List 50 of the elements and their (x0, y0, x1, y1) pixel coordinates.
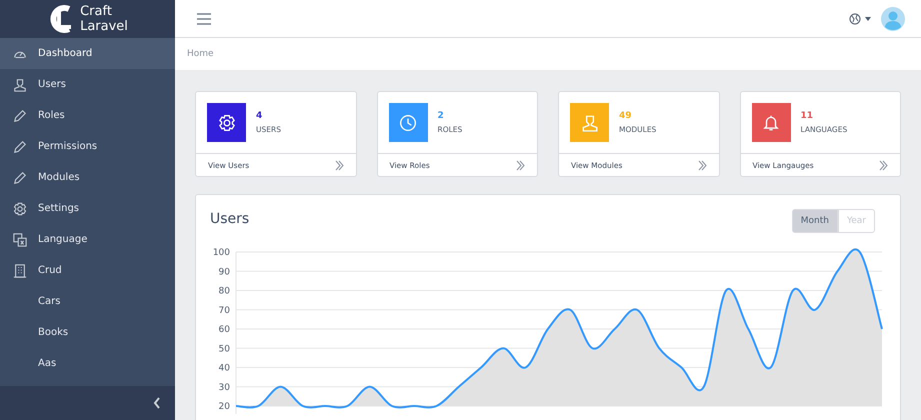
language-icon (13, 232, 27, 246)
sidebar-item[interactable]: Language (0, 224, 175, 255)
axis-tick-label: 50 (218, 344, 230, 354)
building-icon (13, 264, 27, 278)
axis-tick-label: 30 (218, 382, 230, 393)
sidebar-item[interactable]: Books (0, 317, 175, 348)
chart-title: Users (210, 211, 250, 227)
stat-count: 2 (438, 111, 445, 121)
chevron-right-icon[interactable] (698, 160, 706, 170)
axis-tick-label: 70 (218, 306, 230, 316)
pencil-icon (13, 170, 27, 184)
chevron-right-icon[interactable] (879, 160, 888, 170)
chevron-left-icon (153, 397, 161, 409)
axis-tick-label: 60 (218, 325, 230, 335)
axis-tick-label: 40 (218, 364, 230, 374)
sidebar-item[interactable]: Cars (0, 286, 175, 317)
pencil-icon (13, 108, 27, 122)
avatar[interactable] (881, 6, 905, 30)
stat-count: 4 (256, 111, 264, 121)
caret-icon[interactable] (865, 16, 871, 20)
axis-tick-label: 100 (212, 248, 230, 258)
stat-count: 49 (619, 111, 633, 121)
sidebar-item[interactable]: Settings (0, 193, 175, 224)
sidebar-item[interactable]: Crud (0, 255, 175, 286)
stat-count: 11 (800, 111, 814, 121)
gear-icon (218, 114, 236, 132)
clock-icon (399, 114, 417, 132)
sidebar-item[interactable]: Users (0, 69, 175, 100)
user-icon (13, 78, 27, 92)
sidebar-item[interactable]: Aas (0, 348, 175, 379)
globe-icon[interactable] (849, 12, 861, 24)
axis-tick-label: 80 (218, 286, 230, 296)
brand-name: Craft (80, 4, 113, 19)
brand-logo[interactable]: Craft Laravel (0, 0, 175, 38)
sidebar-item[interactable]: Roles (0, 100, 175, 131)
axis-tick-label: 90 (218, 267, 230, 278)
sidebar-item[interactable]: Permissions (0, 131, 175, 162)
sidebar-toggle[interactable] (0, 386, 175, 420)
gear-icon (13, 202, 27, 216)
sidebar-item[interactable]: Dashboard (0, 38, 175, 69)
axis-tick-label: 20 (218, 402, 230, 412)
user-icon (580, 114, 598, 132)
period-toggle[interactable]: Month (792, 209, 838, 233)
chevron-right-icon[interactable] (334, 160, 344, 170)
sidebar-item[interactable]: Modules (0, 162, 175, 193)
chevron-right-icon[interactable] (516, 160, 525, 170)
pencil-icon (13, 140, 27, 154)
menu-icon[interactable] (197, 12, 211, 24)
bell-icon (762, 114, 780, 132)
brand-name: Laravel (80, 19, 128, 34)
